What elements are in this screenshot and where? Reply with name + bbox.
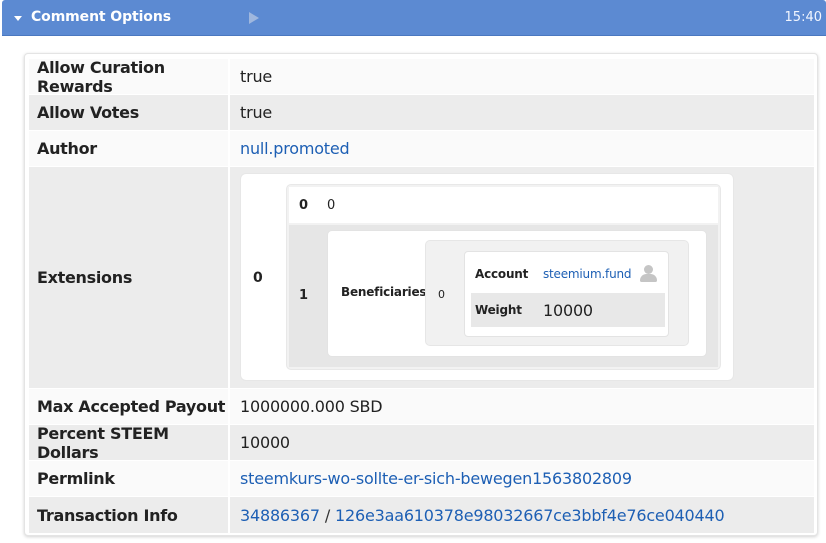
row-value: 0	[327, 187, 335, 223]
field-value: true	[230, 58, 814, 94]
weight-label: Weight	[475, 303, 522, 317]
beneficiary-entry: Account steemium.fund Weight 10000	[464, 251, 669, 337]
separator: /	[324, 505, 331, 525]
row-author: Author null.promoted	[29, 130, 814, 166]
transaction-id-link[interactable]: 126e3aa610378e98032667ce3bbf4e76ce040440	[335, 506, 725, 525]
field-value: 10000	[230, 424, 814, 460]
field-label: Author	[29, 130, 228, 166]
row-max-accepted-payout: Max Accepted Payout 1000000.000 SBD	[29, 388, 814, 424]
account-row: Account steemium.fund	[471, 257, 665, 291]
field-label: Permlink	[29, 460, 228, 496]
permlink-link[interactable]: steemkurs-wo-sollte-er-sich-bewegen15638…	[240, 469, 632, 488]
field-label: Extensions	[29, 166, 228, 388]
field-value: steemkurs-wo-sollte-er-sich-bewegen15638…	[230, 460, 814, 496]
extension-row-0: 0 0	[289, 187, 718, 223]
beneficiaries-label: Beneficiaries	[341, 285, 427, 299]
field-label: Allow Curation Rewards	[29, 58, 228, 96]
field-value: 34886367 / 126e3aa610378e98032667ce3bbf4…	[230, 496, 814, 533]
extension-index: 0	[253, 270, 263, 286]
row-extensions: Extensions 0 0 0 1 Beneficiaries 0 Accou…	[29, 166, 814, 388]
row-transaction-info: Transaction Info 34886367 / 126e3aa61037…	[29, 496, 814, 533]
user-icon[interactable]	[639, 265, 658, 283]
beneficiaries-table: Beneficiaries 0 Account steemium.fund We…	[327, 230, 707, 357]
field-label: Allow Votes	[29, 94, 228, 130]
comment-options-panel: Allow Curation Rewards true Allow Votes …	[24, 53, 818, 536]
extension-item-table: 0 0 1 Beneficiaries 0 Account steemium.f…	[286, 184, 721, 370]
row-key: 0	[299, 197, 308, 213]
play-icon[interactable]	[249, 12, 259, 24]
block-number-link[interactable]: 34886367	[240, 506, 320, 525]
account-link[interactable]: steemium.fund	[543, 267, 632, 281]
beneficiary-list: 0 Account steemium.fund Weight 10000	[425, 240, 689, 346]
row-permlink: Permlink steemkurs-wo-sollte-er-sich-bew…	[29, 460, 814, 496]
field-value: true	[230, 94, 814, 130]
field-label: Percent STEEM Dollars	[29, 424, 228, 462]
beneficiary-index: 0	[438, 287, 445, 301]
field-value: 0 0 0 1 Beneficiaries 0 Account steemium…	[230, 166, 814, 388]
field-label: Transaction Info	[29, 496, 228, 533]
row-allow-curation-rewards: Allow Curation Rewards true	[29, 58, 814, 96]
weight-value: 10000	[543, 300, 593, 320]
timestamp: 15:40	[784, 10, 822, 25]
row-allow-votes: Allow Votes true	[29, 94, 814, 130]
row-key: 1	[299, 287, 308, 303]
field-value: null.promoted	[230, 130, 814, 166]
weight-row: Weight 10000	[471, 293, 665, 327]
caret-down-icon[interactable]	[14, 16, 22, 21]
field-label: Max Accepted Payout	[29, 388, 228, 424]
field-value: 1000000.000 SBD	[230, 388, 814, 424]
account-value: steemium.fund	[533, 257, 665, 291]
author-link[interactable]: null.promoted	[240, 139, 350, 158]
row-percent-steem-dollars: Percent STEEM Dollars 10000	[29, 424, 814, 462]
section-header[interactable]: Comment Options 15:40	[2, 0, 826, 36]
extensions-table: 0 0 0 1 Beneficiaries 0 Account steemium…	[240, 173, 734, 381]
account-label: Account	[475, 267, 529, 281]
section-title: Comment Options	[31, 9, 171, 25]
